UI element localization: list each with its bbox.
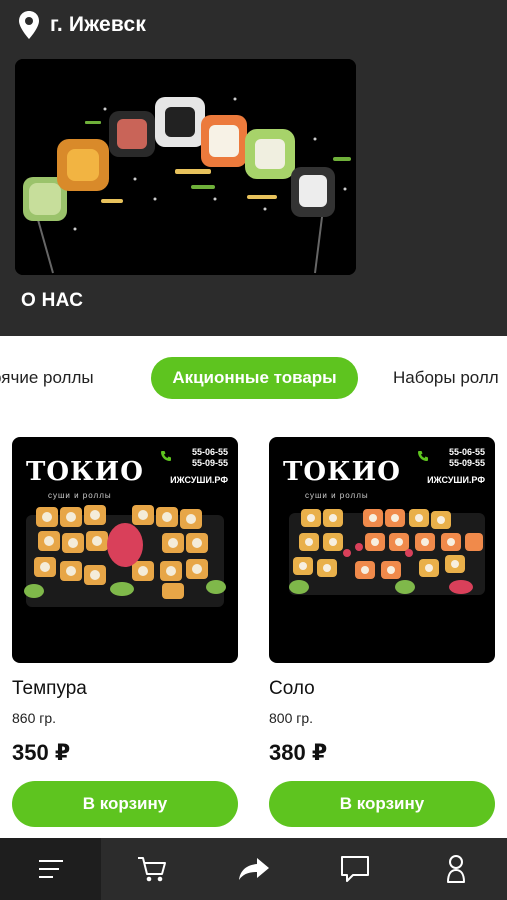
about-banner-image[interactable] — [15, 59, 356, 275]
product-card: 55-06-55 55-09-55 ИЖСУШИ.РФ ТОКИО суши и… — [269, 437, 495, 827]
chat-icon — [340, 856, 369, 882]
location-pin-icon — [19, 11, 39, 39]
product-name[interactable]: Темпура — [12, 678, 238, 700]
tab-promo-products[interactable]: Акционные товары — [151, 357, 358, 399]
city-selector[interactable]: г. Ижевск — [18, 10, 146, 40]
category-tabs: рячие роллы Акционные товары Наборы ролл — [0, 357, 507, 403]
phone-numbers: 55-06-55 55-09-55 — [449, 447, 485, 469]
nav-chat[interactable] — [304, 838, 405, 900]
tab-hot-rolls[interactable]: рячие роллы — [0, 357, 94, 399]
phone-2: 55-09-55 — [448, 458, 485, 468]
product-price: 380 ₽ — [269, 740, 328, 765]
product-image[interactable]: 55-06-55 55-09-55 ИЖСУШИ.РФ ТОКИО суши и… — [269, 437, 495, 663]
product-name[interactable]: Соло — [269, 678, 495, 700]
phone-numbers: 55-06-55 55-09-55 — [192, 447, 228, 469]
header-section: г. Ижевск О НАС — [0, 0, 507, 336]
product-weight: 860 гр. — [12, 710, 57, 726]
phone-2: 55-09-55 — [191, 458, 228, 468]
brand-logo: ТОКИО — [283, 457, 401, 487]
profile-icon — [447, 855, 466, 883]
add-to-cart-button[interactable]: В корзину — [12, 781, 238, 827]
brand-tagline: суши и роллы — [305, 491, 369, 500]
brand-logo: ТОКИО — [26, 457, 144, 487]
phone-1: 55-06-55 — [448, 447, 485, 457]
site-label: ИЖСУШИ.РФ — [170, 475, 228, 485]
add-to-cart-button[interactable]: В корзину — [269, 781, 495, 827]
menu-icon — [38, 860, 63, 878]
bottom-navigation — [0, 838, 507, 900]
sushi-photo — [15, 59, 356, 275]
phone-1: 55-06-55 — [191, 447, 228, 457]
brand-tagline: суши и роллы — [48, 491, 112, 500]
share-icon — [238, 858, 269, 880]
nav-profile[interactable] — [406, 838, 507, 900]
about-link[interactable]: О НАС — [21, 290, 83, 312]
product-image[interactable]: 55-06-55 55-09-55 ИЖСУШИ.РФ ТОКИО суши и… — [12, 437, 238, 663]
cart-icon — [138, 857, 167, 882]
site-label: ИЖСУШИ.РФ — [427, 475, 485, 485]
tab-roll-sets[interactable]: Наборы ролл — [393, 357, 499, 399]
product-weight: 800 гр. — [269, 710, 314, 726]
city-name: г. Ижевск — [50, 13, 147, 36]
phone-icon — [161, 451, 171, 461]
nav-share[interactable] — [203, 838, 304, 900]
phone-icon — [418, 451, 428, 461]
product-card: 55-06-55 55-09-55 ИЖСУШИ.РФ ТОКИО суши и… — [12, 437, 238, 827]
nav-menu[interactable] — [0, 838, 102, 900]
product-price: 350 ₽ — [12, 740, 71, 765]
nav-cart[interactable] — [101, 838, 202, 900]
